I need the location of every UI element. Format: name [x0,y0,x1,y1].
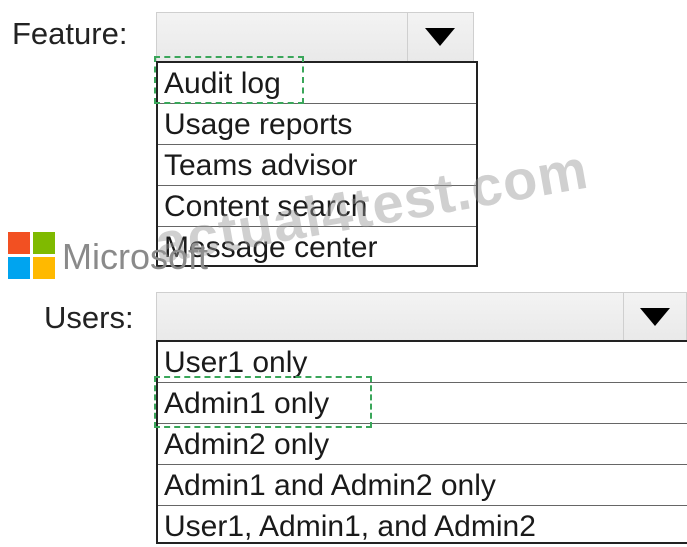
feature-label: Feature: [12,16,128,51]
users-option[interactable]: User1 only [158,342,687,383]
users-options-list: User1 only Admin1 only Admin2 only Admin… [156,340,687,544]
users-option[interactable]: Admin1 and Admin2 only [158,465,687,506]
users-option[interactable]: Admin2 only [158,424,687,465]
users-option[interactable]: Admin1 only [158,383,687,424]
feature-select-value[interactable] [157,13,408,61]
users-label: Users: [44,300,134,335]
feature-select[interactable] [156,12,474,62]
users-select[interactable] [156,292,687,342]
feature-option[interactable]: Audit log [158,63,476,104]
users-dropdown-arrow-icon[interactable] [624,293,686,341]
users-select-value[interactable] [157,293,624,341]
feature-option[interactable]: Usage reports [158,104,476,145]
microsoft-logo [8,232,56,280]
feature-dropdown-arrow-icon[interactable] [407,13,473,61]
users-option[interactable]: User1, Admin1, and Admin2 [158,506,687,547]
